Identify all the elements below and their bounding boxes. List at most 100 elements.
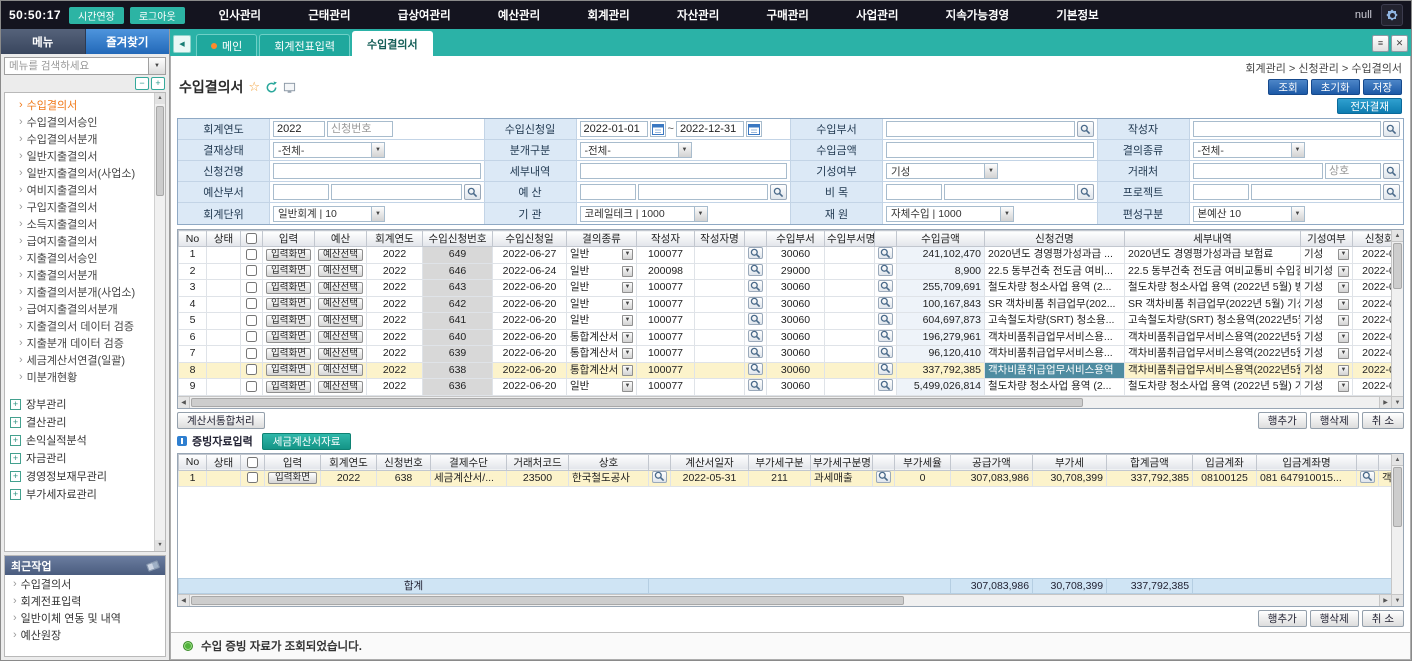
form-input[interactable]	[1193, 163, 1324, 179]
cell-select[interactable]: 기성▼	[1304, 347, 1349, 360]
add-row-button[interactable]: 행추가	[1258, 610, 1307, 627]
search-lookup-button[interactable]	[748, 247, 763, 259]
sidebar-group-item[interactable]: +자금관리	[5, 449, 165, 467]
expand-all-button[interactable]: +	[151, 77, 165, 90]
cell-select[interactable]: 통합계산서▼	[570, 347, 633, 360]
menu-search-dropdown-button[interactable]: ▼	[149, 57, 166, 75]
sidebar-group-item[interactable]: +부가세자료관리	[5, 485, 165, 503]
search-lookup-button[interactable]	[1383, 184, 1400, 200]
form-select[interactable]: -전체-▼	[580, 142, 692, 158]
row-budget-button[interactable]: 예산선택	[318, 282, 363, 294]
form-input[interactable]	[273, 121, 325, 137]
scroll-track[interactable]	[190, 397, 1379, 408]
scroll-down-button[interactable]: ▼	[1392, 396, 1403, 408]
row-budget-button[interactable]: 예산선택	[318, 381, 363, 393]
row-input-button[interactable]: 입력화면	[266, 331, 311, 343]
grid-row[interactable]: 1입력화면예산선택20226492022-06-27일반▼10007730060…	[179, 247, 1392, 264]
tab-list-button[interactable]: ≡	[1372, 35, 1389, 52]
scroll-right-button[interactable]: ▶	[1379, 397, 1391, 408]
sidebar-item[interactable]: ›미분개현황	[5, 368, 165, 385]
cell-select[interactable]: 기성▼	[1304, 380, 1349, 393]
sidebar-item[interactable]: ›급여지출결의서분개	[5, 300, 165, 317]
search-button[interactable]: 조회	[1268, 79, 1307, 95]
top-nav-item[interactable]: 급상여관리	[398, 7, 451, 23]
grid-row[interactable]: 3입력화면예산선택20226432022-06-20일반▼10007730060…	[179, 280, 1392, 297]
cell-select[interactable]: 일반▼	[570, 281, 633, 294]
form-select[interactable]: -전체-▼	[1193, 142, 1305, 158]
sidebar-item[interactable]: ›수입결의서승인	[5, 113, 165, 130]
form-input[interactable]	[580, 184, 636, 200]
search-lookup-button[interactable]	[748, 280, 763, 292]
recent-item[interactable]: ›수입결의서	[5, 575, 165, 592]
recent-item[interactable]: ›예산원장	[5, 626, 165, 643]
recent-item[interactable]: ›회계전표입력	[5, 592, 165, 609]
scroll-track[interactable]	[1392, 466, 1403, 595]
v-scrollbar[interactable]: ▲ ▼	[1391, 230, 1403, 408]
form-select[interactable]: 본예산 10▼	[1193, 206, 1305, 222]
form-input[interactable]	[886, 184, 942, 200]
extend-time-button[interactable]: 시간연장	[69, 7, 124, 24]
favorites-tab[interactable]: 즐겨찾기	[86, 29, 170, 54]
sidebar-item[interactable]: ›수입결의서분개	[5, 130, 165, 147]
scroll-right-button[interactable]: ▶	[1379, 595, 1391, 606]
row-input-button[interactable]: 입력화면	[266, 381, 311, 393]
cell-select[interactable]: 일반▼	[570, 314, 633, 327]
search-lookup-button[interactable]	[1077, 184, 1094, 200]
row-checkbox[interactable]	[246, 364, 257, 375]
sidebar-item[interactable]: ›지출분개 데이터 검증	[5, 334, 165, 351]
cell-select[interactable]: 일반▼	[570, 298, 633, 311]
scroll-up-button[interactable]: ▲	[1392, 230, 1403, 242]
form-select[interactable]: 기성▼	[886, 163, 998, 179]
form-input[interactable]	[886, 121, 1075, 137]
form-input[interactable]	[638, 184, 769, 200]
search-lookup-button[interactable]	[878, 297, 893, 309]
scroll-thumb[interactable]	[1393, 243, 1402, 289]
scroll-down-button[interactable]: ▼	[155, 540, 165, 551]
eraser-icon[interactable]	[146, 560, 160, 572]
grid-row[interactable]: 6입력화면예산선택20226402022-06-20통합계산서▼10007730…	[179, 329, 1392, 346]
capture-icon[interactable]	[283, 81, 296, 94]
document-tab[interactable]: 수입결의서	[352, 31, 433, 56]
collapse-all-button[interactable]: −	[135, 77, 149, 90]
cancel-button[interactable]: 취 소	[1362, 412, 1404, 429]
scroll-thumb[interactable]	[156, 106, 164, 196]
search-lookup-button[interactable]	[878, 264, 893, 276]
cell-select[interactable]: 비기성▼	[1304, 265, 1349, 278]
row-budget-button[interactable]: 예산선택	[318, 348, 363, 360]
cell-select[interactable]: 일반▼	[570, 265, 633, 278]
save-button[interactable]: 저장	[1363, 79, 1402, 95]
row-budget-button[interactable]: 예산선택	[318, 298, 363, 310]
cell-select[interactable]: 기성▼	[1304, 248, 1349, 261]
recent-item[interactable]: ›일반이체 연동 및 내역	[5, 609, 165, 626]
document-tab[interactable]: 회계전표입력	[259, 34, 350, 56]
search-lookup-button[interactable]	[1360, 471, 1375, 483]
search-lookup-button[interactable]	[652, 471, 667, 483]
top-nav-item[interactable]: 지속가능경영	[946, 7, 1009, 23]
h-scrollbar[interactable]: ◀ ▶	[178, 396, 1391, 408]
search-lookup-button[interactable]	[748, 346, 763, 358]
row-input-button[interactable]: 입력화면	[268, 472, 317, 484]
row-input-button[interactable]: 입력화면	[266, 315, 311, 327]
sidebar-item[interactable]: ›일반지출결의서(사업소)	[5, 164, 165, 181]
cancel-button[interactable]: 취 소	[1362, 610, 1404, 627]
row-input-button[interactable]: 입력화면	[266, 298, 311, 310]
row-checkbox[interactable]	[246, 381, 257, 392]
form-input[interactable]	[1325, 163, 1381, 179]
date-input[interactable]	[676, 121, 744, 137]
search-lookup-button[interactable]	[878, 330, 893, 342]
row-checkbox[interactable]	[246, 249, 257, 260]
scroll-track[interactable]	[1392, 242, 1403, 396]
form-input[interactable]	[273, 163, 481, 179]
sidebar-item[interactable]: ›일반지출결의서	[5, 147, 165, 164]
search-lookup-button[interactable]	[1077, 121, 1094, 137]
row-budget-button[interactable]: 예산선택	[318, 315, 363, 327]
row-checkbox[interactable]	[246, 298, 257, 309]
sidebar-item[interactable]: ›구입지출결의서	[5, 198, 165, 215]
top-nav-item[interactable]: 구매관리	[767, 7, 809, 23]
search-lookup-button[interactable]	[748, 297, 763, 309]
search-lookup-button[interactable]	[878, 379, 893, 391]
form-select[interactable]: 자체수입 | 1000▼	[886, 206, 1014, 222]
search-lookup-button[interactable]	[748, 363, 763, 375]
delete-row-button[interactable]: 행삭제	[1310, 610, 1359, 627]
top-nav-item[interactable]: 예산관리	[498, 7, 540, 23]
